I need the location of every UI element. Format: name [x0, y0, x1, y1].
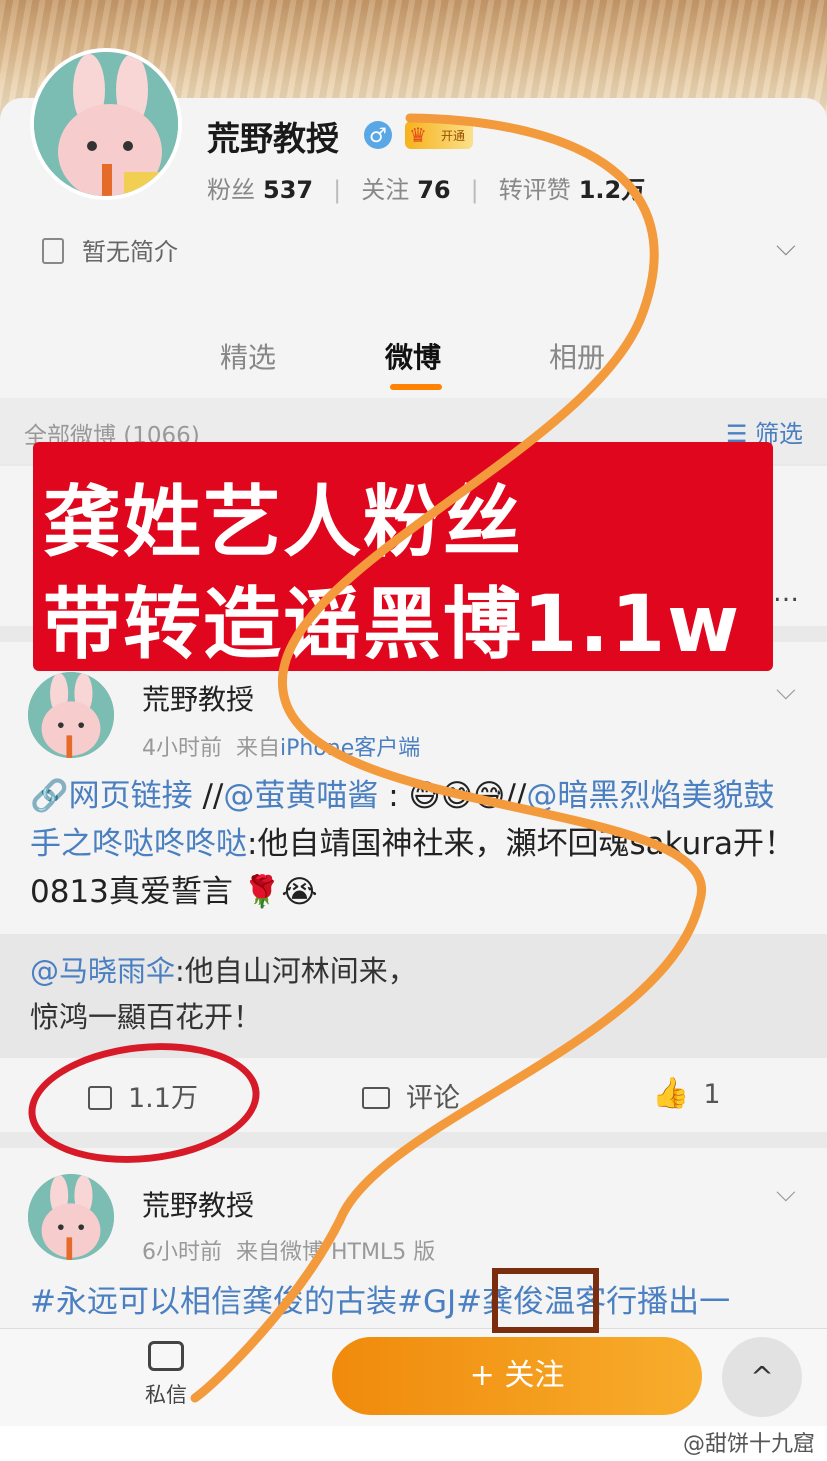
comment-label: 评论 — [406, 1083, 460, 1114]
post-source: iPhone客户端 — [280, 736, 421, 761]
reactions-stat: 转评赞 1.2万 — [499, 176, 646, 204]
stat-divider: | — [470, 176, 479, 204]
repost-separator: // — [505, 778, 527, 814]
post-source: 来自微博 HTML5 版 — [236, 1240, 436, 1265]
comment-icon — [362, 1087, 390, 1109]
web-link[interactable]: 网页链接 — [69, 778, 193, 814]
post-avatar[interactable] — [28, 672, 114, 758]
profile-stats: 粉丝 537 | 关注 76 | 转评赞 1.2万 — [207, 170, 645, 205]
direct-message-button[interactable]: 私信 — [140, 1341, 192, 1409]
mention-link[interactable]: @马晓雨伞 — [30, 954, 175, 988]
fans-label: 粉丝 — [207, 176, 255, 204]
quote-line-2: 惊鸿一顯百花开！ — [30, 1000, 263, 1034]
annotation-line-1: 龚姓艺人粉丝 — [43, 478, 524, 568]
annotation-highlight-box — [492, 1268, 599, 1333]
fans-stat[interactable]: 粉丝 537 — [207, 176, 313, 204]
profile-avatar[interactable] — [30, 48, 182, 200]
reactions-label: 转评赞 — [498, 176, 571, 204]
bunny-avatar-icon — [28, 1174, 114, 1260]
comment-button[interactable]: 评论 — [362, 1076, 460, 1115]
scroll-to-top-button[interactable]: ^ — [722, 1337, 802, 1417]
document-icon — [42, 238, 64, 264]
chevron-down-icon[interactable]: ⌵ — [776, 1178, 796, 1209]
chevron-down-icon[interactable]: ⌵ — [776, 232, 796, 263]
bottom-action-bar: 私信 + 关注 ^ — [0, 1328, 827, 1426]
mention-link[interactable]: @萤黄喵酱 — [223, 778, 378, 814]
source-prefix: 来自 — [236, 736, 281, 761]
post-author[interactable]: 荒野教授 — [142, 1184, 254, 1224]
post-avatar[interactable] — [28, 1174, 114, 1260]
quoted-text: @马晓雨伞:他自山河林间来， 惊鸿一顯百花开！ — [30, 948, 417, 1040]
quoted-post[interactable]: @马晓雨伞:他自山河林间来， 惊鸿一顯百花开！ — [0, 934, 827, 1058]
following-label: 关注 — [361, 176, 410, 204]
post-meta: 6小时前 来自微博 HTML5 版 — [142, 1234, 435, 1266]
link-icon: 🔗 — [30, 778, 69, 814]
following-stat[interactable]: 关注 76 — [361, 176, 450, 204]
vip-badge[interactable]: ♛ 开通 — [405, 121, 473, 149]
watermark: @甜饼十九窟 — [682, 1432, 815, 1457]
like-count: 1 — [703, 1079, 721, 1110]
post-meta: 4小时前 来自iPhone客户端 — [142, 730, 420, 762]
vip-label: 开通 — [440, 129, 465, 143]
active-tab-indicator — [390, 384, 442, 390]
like-button[interactable]: 👍 1 — [652, 1076, 721, 1111]
follow-button[interactable]: + 关注 — [332, 1337, 702, 1415]
chevron-down-icon[interactable]: ⌵ — [776, 676, 796, 707]
annotation-line-2: 带转造谣黑博1.1w — [43, 580, 742, 670]
bio-text: 暂无简介 — [82, 238, 178, 266]
thumbs-up-icon: 👍 — [652, 1076, 690, 1111]
tab-featured[interactable]: 精选 — [220, 336, 276, 376]
following-count: 76 — [417, 176, 451, 204]
tab-weibo[interactable]: 微博 — [385, 336, 441, 376]
bunny-avatar-icon — [28, 672, 114, 758]
direct-message-label: 私信 — [145, 1383, 187, 1407]
post-time: 6小时前 — [142, 1240, 222, 1265]
chat-bubble-icon — [148, 1341, 184, 1371]
emoji-text: : 😅😅😅 — [378, 778, 506, 814]
quote-line-1: :他自山河林间来， — [175, 954, 417, 988]
more-ellipsis: … — [773, 578, 799, 608]
image-footer: @甜饼十九窟 — [0, 1426, 827, 1461]
post-body[interactable]: #永远可以相信龚俊的古装#GJ#龚俊温客行播出一 — [30, 1278, 800, 1326]
post-body: 🔗网页链接 //@萤黄喵酱 : 😅😅😅//@暗黑烈焰美貌鼓手之咚哒咚咚哒:他自靖… — [30, 772, 800, 916]
repost-separator: // — [192, 778, 224, 814]
profile-username: 荒野教授 — [207, 119, 339, 158]
chevron-up-icon: ^ — [750, 1360, 774, 1393]
male-icon: ♂ — [364, 121, 392, 149]
stat-divider: | — [333, 176, 342, 204]
fans-count: 537 — [263, 176, 314, 204]
tab-album[interactable]: 相册 — [549, 336, 605, 376]
annotation-red-banner: 龚姓艺人粉丝 带转造谣黑博1.1w — [33, 442, 773, 671]
post-author[interactable]: 荒野教授 — [142, 678, 254, 718]
reactions-count: 1.2万 — [578, 176, 646, 204]
post-time: 4小时前 — [142, 736, 222, 761]
post-card[interactable]: 荒野教授 6小时前 来自微博 HTML5 版 ⌵ #永远可以相信龚俊的古装#GJ… — [0, 1148, 827, 1348]
profile-bio[interactable]: 暂无简介 — [42, 232, 178, 267]
